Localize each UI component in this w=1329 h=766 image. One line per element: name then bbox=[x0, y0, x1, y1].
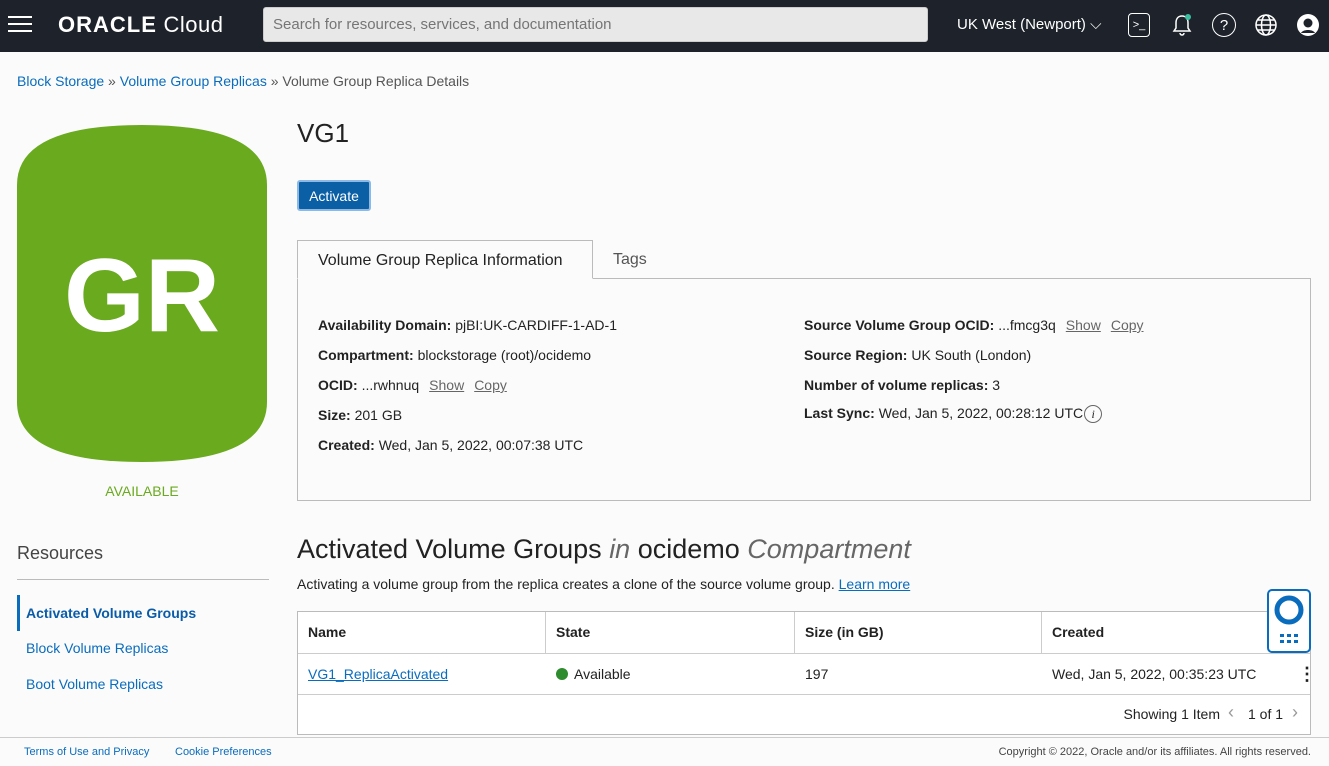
section-title: Activated Volume Groups in ocidemo Compa… bbox=[297, 534, 911, 565]
help-widget[interactable] bbox=[1267, 589, 1311, 653]
resources-item-boot-volume-replicas[interactable]: Boot Volume Replicas bbox=[17, 666, 267, 702]
created: Created: Wed, Jan 5, 2022, 00:07:38 UTC bbox=[318, 437, 583, 453]
pagination-summary: Showing 1 Item bbox=[1124, 706, 1221, 722]
column-header-size[interactable]: Size (in GB) bbox=[795, 612, 1042, 653]
column-header-name[interactable]: Name bbox=[298, 612, 546, 653]
activate-button[interactable]: Activate bbox=[297, 180, 371, 211]
terms-link[interactable]: Terms of Use and Privacy bbox=[24, 738, 149, 766]
section-title-main: Activated Volume Groups bbox=[297, 534, 602, 564]
size-cell: 197 bbox=[795, 654, 828, 694]
learn-more-link[interactable]: Learn more bbox=[839, 576, 911, 592]
number-of-volume-replicas: Number of volume replicas: 3 bbox=[804, 377, 1000, 393]
menu-icon[interactable] bbox=[8, 16, 32, 34]
ocid: OCID: ...rwhnuq Show Copy bbox=[318, 377, 507, 393]
chevron-down-icon: ⌵ bbox=[1090, 16, 1101, 33]
divider bbox=[17, 579, 269, 580]
label: Size: bbox=[318, 407, 351, 423]
label: Availability Domain: bbox=[318, 317, 451, 333]
availability-domain: Availability Domain: pjBI:UK-CARDIFF-1-A… bbox=[318, 317, 617, 333]
section-title-in: in bbox=[609, 534, 630, 564]
value: UK South (London) bbox=[911, 347, 1031, 363]
section-compartment: ocidemo bbox=[638, 534, 740, 564]
source-volume-group-ocid: Source Volume Group OCID: ...fmcg3q Show C… bbox=[804, 317, 1144, 333]
label: Last Sync: bbox=[804, 405, 875, 421]
cloud-shell-icon[interactable]: >_ bbox=[1128, 13, 1150, 37]
info-icon[interactable]: i bbox=[1084, 405, 1102, 423]
size: Size: 201 GB bbox=[318, 407, 402, 423]
resource-status: AVAILABLE bbox=[17, 483, 267, 499]
tab-volume-group-replica-information[interactable]: Volume Group Replica Information bbox=[297, 240, 593, 279]
label: Created: bbox=[318, 437, 375, 453]
value: blockstorage (root)/ocidemo bbox=[418, 347, 592, 363]
copyright: Copyright © 2022, Oracle and/or its affi… bbox=[999, 738, 1311, 766]
breadcrumb-current: Volume Group Replica Details bbox=[282, 73, 469, 89]
description-text: Activating a volume group from the repli… bbox=[297, 576, 835, 592]
row-actions-kebab-icon[interactable]: ⋮ bbox=[1288, 654, 1316, 694]
help-icon[interactable]: ? bbox=[1212, 13, 1236, 37]
divider bbox=[298, 694, 1310, 695]
ocid-show-link[interactable]: Show bbox=[429, 377, 464, 393]
section-description: Activating a volume group from the repli… bbox=[297, 576, 910, 592]
label: Number of volume replicas: bbox=[804, 377, 988, 393]
resource-icon: GR bbox=[17, 125, 267, 462]
label: OCID: bbox=[318, 377, 358, 393]
top-navigation-bar: ORACLE Cloud UK West (Newport) ⌵ >_ ? bbox=[0, 0, 1329, 52]
breadcrumb-separator: » bbox=[267, 73, 283, 89]
state-value: Available bbox=[574, 666, 631, 682]
info-panel: Availability Domain: pjBI:UK-CARDIFF-1-A… bbox=[297, 278, 1311, 501]
resource-initials: GR bbox=[17, 237, 267, 356]
breadcrumb: Block Storage » Volume Group Replicas » … bbox=[17, 73, 469, 89]
language-globe-icon[interactable] bbox=[1254, 13, 1278, 37]
cookie-preferences-link[interactable]: Cookie Preferences bbox=[175, 738, 272, 766]
footer: Terms of Use and Privacy Cookie Preferen… bbox=[0, 737, 1329, 765]
notifications-bell-icon[interactable] bbox=[1170, 13, 1194, 37]
state-cell: Available bbox=[546, 654, 631, 694]
breadcrumb-volume-group-replicas[interactable]: Volume Group Replicas bbox=[120, 73, 267, 89]
breadcrumb-block-storage[interactable]: Block Storage bbox=[17, 73, 104, 89]
activated-volume-groups-table: Name State Size (in GB) Created VG1_Repl… bbox=[297, 611, 1311, 735]
value: 3 bbox=[992, 377, 1000, 393]
ocid-copy-link[interactable]: Copy bbox=[474, 377, 507, 393]
region-label: UK West (Newport) bbox=[957, 16, 1086, 33]
next-page-icon[interactable]: › bbox=[1292, 702, 1298, 723]
last-sync: Last Sync: Wed, Jan 5, 2022, 00:28:12 UT… bbox=[804, 405, 1102, 423]
value: Wed, Jan 5, 2022, 00:28:12 UTC bbox=[879, 405, 1083, 421]
status-available-icon bbox=[556, 668, 568, 680]
user-profile-icon[interactable] bbox=[1296, 13, 1320, 37]
label: Source Volume Group OCID: bbox=[804, 317, 994, 333]
page-indicator: 1 of 1 bbox=[1248, 706, 1283, 722]
logo-light: Cloud bbox=[164, 12, 224, 37]
volume-group-name-link[interactable]: VG1_ReplicaActivated bbox=[308, 666, 448, 682]
previous-page-icon[interactable]: ‹ bbox=[1228, 702, 1234, 723]
tab-tags[interactable]: Tags bbox=[593, 240, 667, 279]
oracle-cloud-logo[interactable]: ORACLE Cloud bbox=[58, 12, 224, 38]
compartment: Compartment: blockstorage (root)/ocidemo bbox=[318, 347, 591, 363]
value: ...fmcg3q bbox=[998, 317, 1056, 333]
value: pjBI:UK-CARDIFF-1-AD-1 bbox=[455, 317, 617, 333]
breadcrumb-separator: » bbox=[104, 73, 120, 89]
section-title-compartment: Compartment bbox=[747, 534, 911, 564]
search-input[interactable] bbox=[263, 7, 928, 42]
logo-bold: ORACLE bbox=[58, 12, 157, 37]
value: 201 GB bbox=[355, 407, 402, 423]
source-ocid-show-link[interactable]: Show bbox=[1066, 317, 1101, 333]
label: Source Region: bbox=[804, 347, 907, 363]
value: Wed, Jan 5, 2022, 00:07:38 UTC bbox=[379, 437, 583, 453]
page-title: VG1 bbox=[297, 118, 349, 149]
lifebuoy-icon bbox=[1269, 591, 1309, 651]
resources-item-activated-volume-groups[interactable]: Activated Volume Groups bbox=[17, 595, 267, 631]
value: ...rwhnuq bbox=[362, 377, 420, 393]
column-header-state[interactable]: State bbox=[546, 612, 795, 653]
region-selector[interactable]: UK West (Newport) ⌵ bbox=[957, 16, 1101, 33]
label: Compartment: bbox=[318, 347, 414, 363]
source-region: Source Region: UK South (London) bbox=[804, 347, 1031, 363]
source-ocid-copy-link[interactable]: Copy bbox=[1111, 317, 1144, 333]
created-cell: Wed, Jan 5, 2022, 00:35:23 UTC bbox=[1042, 654, 1256, 694]
resources-item-block-volume-replicas[interactable]: Block Volume Replicas bbox=[17, 630, 267, 666]
resources-title: Resources bbox=[17, 543, 103, 564]
